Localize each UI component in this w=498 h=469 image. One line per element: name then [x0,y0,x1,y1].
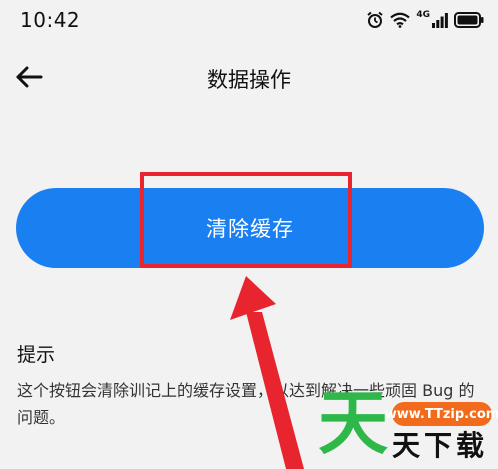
status-bar: 10:42 4G [0,0,498,44]
page-title: 数据操作 [207,68,291,92]
alarm-icon [366,11,384,29]
wifi-icon [390,12,411,28]
status-time: 10:42 [20,8,81,32]
network-label: 4G [416,10,430,20]
tip-text: 这个按钮会清除训记上的缓存设置，以达到解决一些顽固 Bug 的问题。 [17,381,475,427]
nav-bar: 数据操作 [0,52,498,104]
watermark-text: 天下载 [392,429,489,462]
battery-icon [454,12,484,28]
status-icons: 4G [366,9,484,31]
signal-icon [432,12,448,28]
tip-heading: 提示 [17,344,56,366]
highlight-box [140,172,352,268]
